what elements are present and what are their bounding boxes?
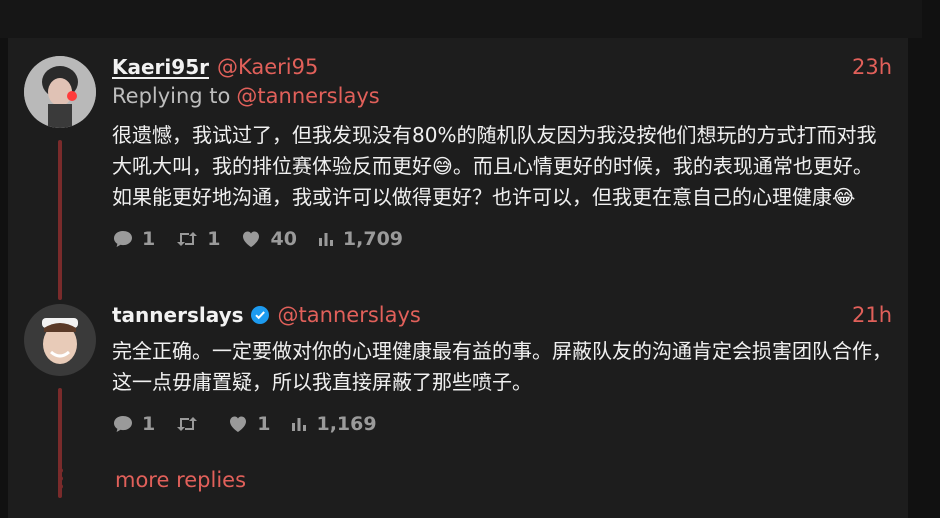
user-handle[interactable]: @tannerslays [278,303,421,327]
tweet-stats: 1 1 1,169 [112,412,892,436]
retweet-icon [177,232,198,246]
retweet-stat[interactable] [175,414,207,434]
like-count: 40 [270,228,297,250]
thread-line [58,140,62,300]
like-count: 1 [257,413,271,435]
bar-chart-icon [292,418,307,431]
views-count: 1,169 [316,413,377,435]
thread-dots [58,468,63,492]
views-stat[interactable]: 1,709 [317,228,403,250]
reply-count: 1 [142,228,156,250]
tweet-stats: 1 1 40 1,709 [112,227,892,251]
bar-chart-icon [318,233,333,246]
display-name[interactable]: tannerslays [112,303,244,327]
heart-icon [230,416,247,432]
timestamp[interactable]: 23h [852,55,892,79]
more-replies-link[interactable]: more replies [115,468,246,492]
retweet-stat[interactable]: 1 [175,228,220,250]
replying-to: Replying to @tannerslays [112,84,892,114]
heart-icon [243,231,260,247]
views-stat[interactable]: 1,169 [290,413,377,435]
reply-count: 1 [142,413,156,435]
avatar[interactable] [24,56,96,128]
tweet-text: 很遗憾，我试过了，但我发现没有80%的随机队友因为我没按他们想玩的方式打而对我大… [112,123,877,209]
avatar[interactable] [24,304,96,376]
reply-stat[interactable]: 1 [112,413,155,435]
reply-icon [114,416,132,432]
views-count: 1,709 [342,228,404,250]
scrollbar[interactable] [922,0,940,518]
reply-stat[interactable]: 1 [112,228,155,250]
like-stat[interactable]: 40 [240,228,297,250]
tweet-text: 完全正确。一定要做对你的心理健康最有益的事。屏蔽队友的沟通肯定会损害团队合作，这… [112,339,892,394]
reply-icon [114,231,132,247]
user-handle[interactable]: @Kaeri95 [217,55,318,79]
display-name[interactable]: Kaeri95r [112,55,209,79]
retweet-count: 1 [207,228,221,250]
thread-card: Kaeri95r @Kaeri95 23h Replying to @tanner… [8,38,908,518]
timestamp[interactable]: 21h [852,303,892,327]
top-bar [0,0,940,38]
retweet-icon [177,417,198,431]
like-stat[interactable]: 1 [227,413,270,435]
replying-handle[interactable]: @tannerslays [236,84,379,108]
replying-label: Replying to [112,84,231,108]
verified-badge-icon [250,306,269,324]
